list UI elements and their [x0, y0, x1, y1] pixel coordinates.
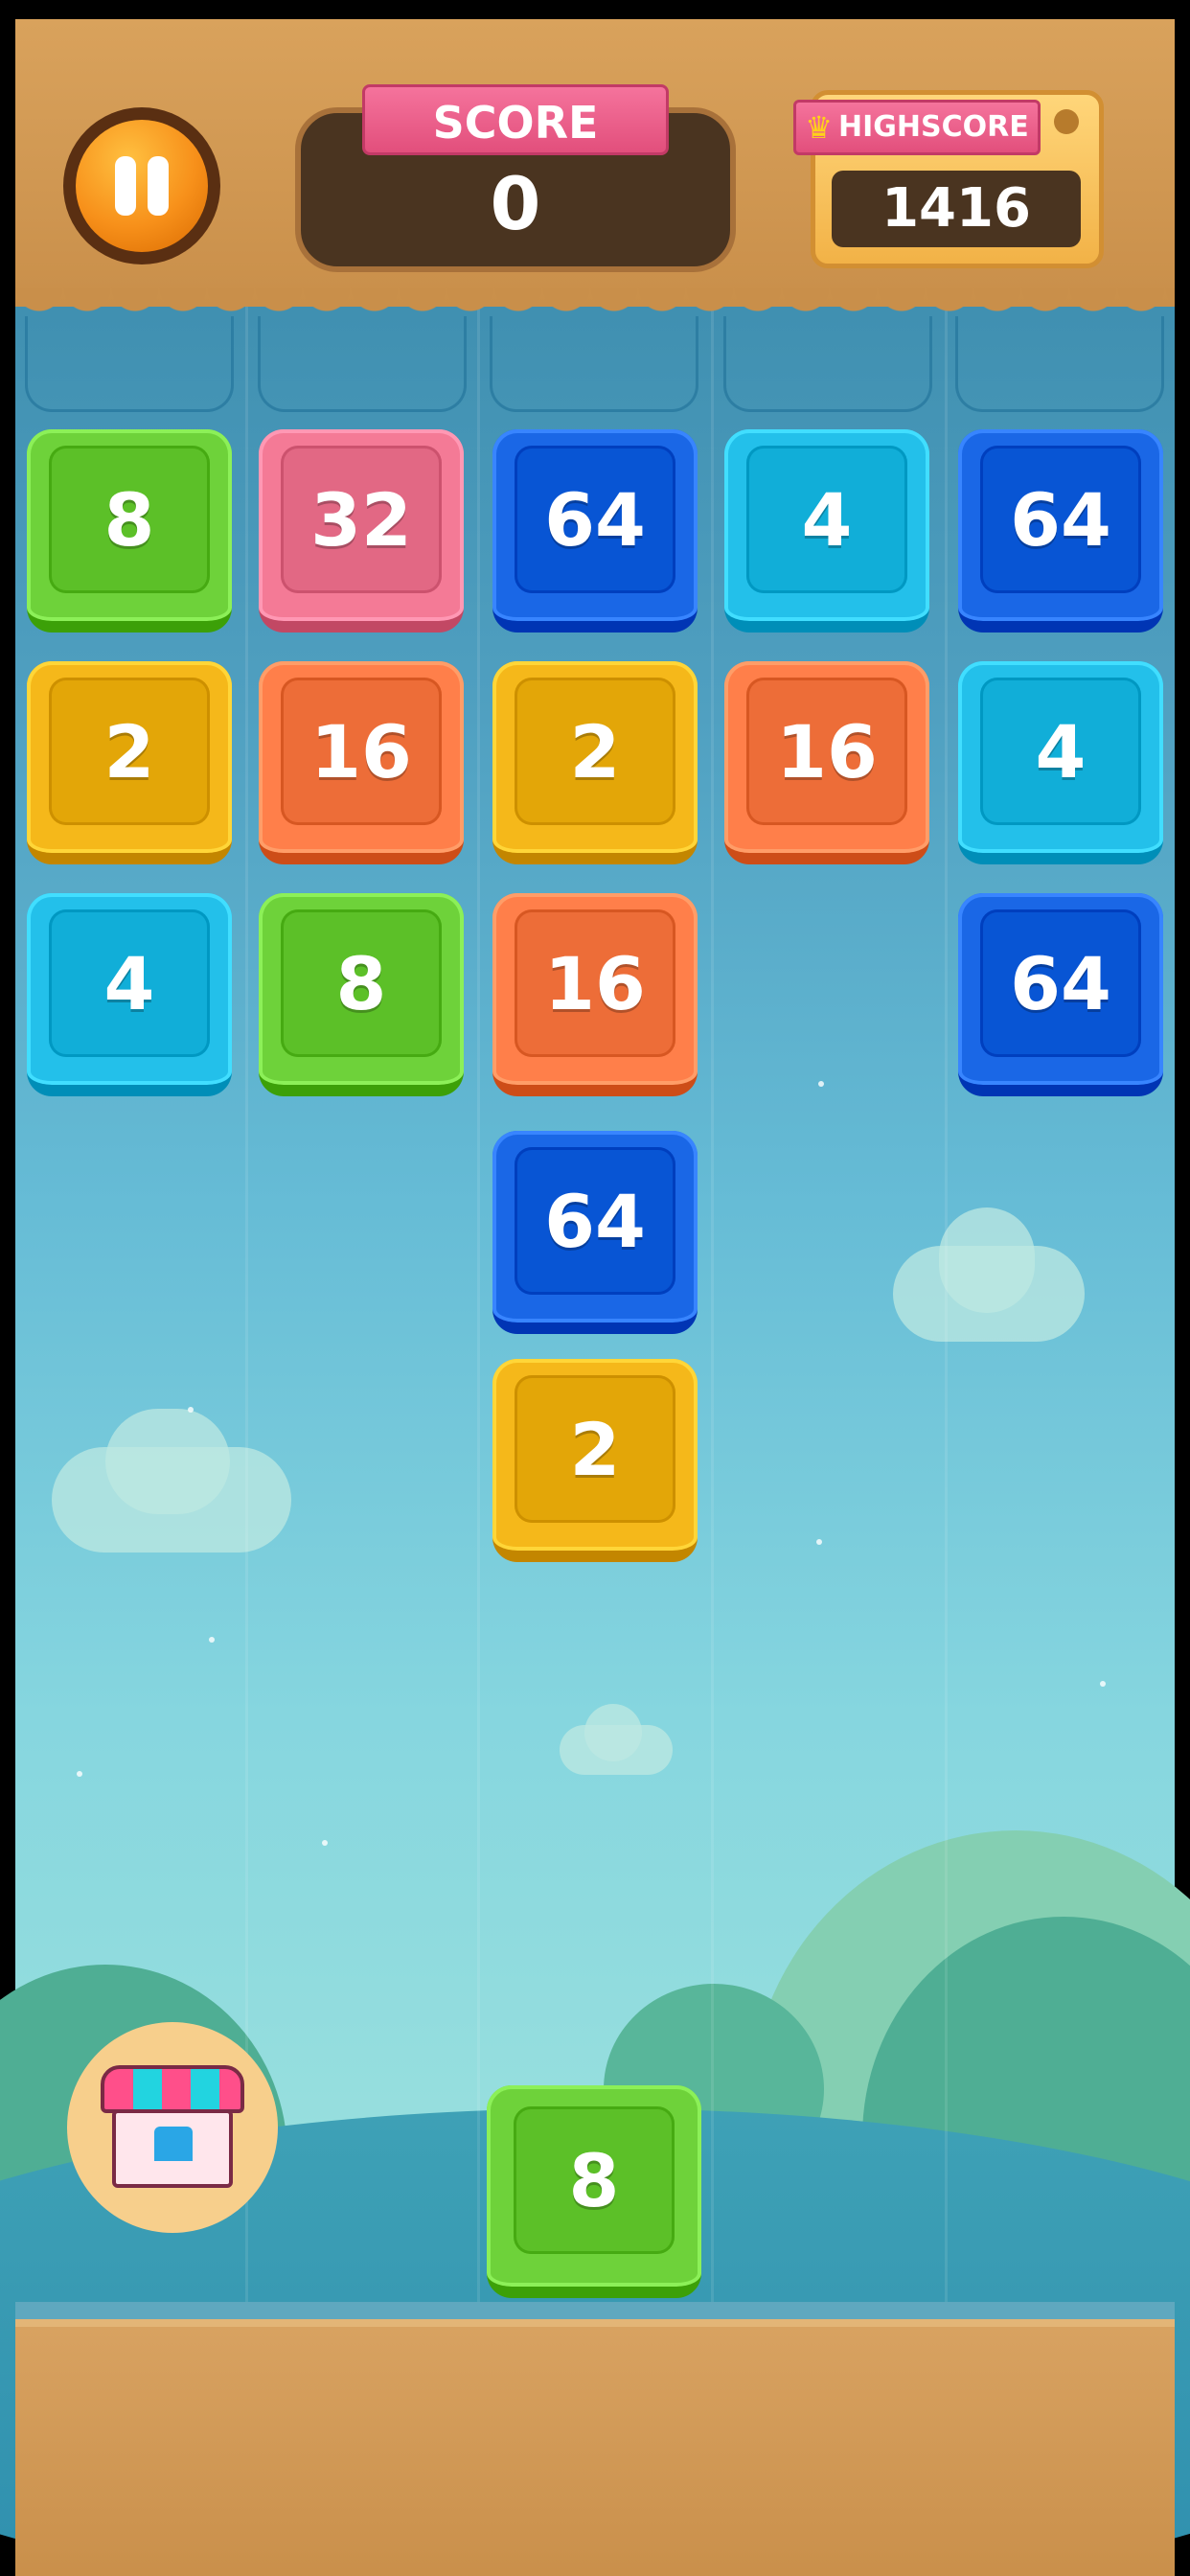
highscore-label: HIGHSCORE	[837, 110, 1029, 144]
tile-value: 4	[980, 678, 1141, 825]
tile-value: 4	[49, 909, 210, 1057]
star	[816, 1539, 822, 1545]
tile: 64	[492, 1131, 698, 1334]
tile: 2	[27, 661, 232, 864]
tile: 8	[259, 893, 464, 1096]
tile-value: 64	[980, 909, 1141, 1057]
tile: 64	[492, 429, 698, 632]
tile: 64	[958, 893, 1163, 1096]
tile: 64	[958, 429, 1163, 632]
star	[818, 1081, 824, 1087]
star	[322, 1840, 328, 1846]
tile: 16	[724, 661, 929, 864]
highscore-value: 1416	[832, 171, 1081, 247]
shop-icon	[101, 2065, 244, 2190]
lane-slot[interactable]	[25, 316, 234, 412]
star	[188, 1407, 194, 1413]
tile-value: 16	[746, 678, 907, 825]
tile-value: 2	[49, 678, 210, 825]
tile: 16	[259, 661, 464, 864]
tile: 2	[492, 1359, 698, 1562]
crown-icon: ♛	[805, 109, 833, 146]
lane-divider	[245, 288, 248, 2329]
score-label: SCORE	[362, 84, 669, 155]
star	[209, 1637, 215, 1643]
star	[77, 1771, 82, 1777]
tile-value: 64	[515, 1147, 675, 1295]
tile-value: 64	[515, 446, 675, 593]
highscore-ribbon: ♛ HIGHSCORE	[793, 100, 1041, 155]
tile: 4	[958, 661, 1163, 864]
ground	[15, 2319, 1175, 2576]
tile: 8	[27, 429, 232, 632]
next-tile[interactable]: 8	[487, 2085, 701, 2298]
star	[1100, 1681, 1106, 1687]
tile-value: 16	[515, 909, 675, 1057]
tile-value: 8	[514, 2106, 675, 2254]
lane-slot[interactable]	[258, 316, 467, 412]
tile: 32	[259, 429, 464, 632]
tile-value: 2	[515, 678, 675, 825]
tile-value: 16	[281, 678, 442, 825]
tile: 4	[724, 429, 929, 632]
lane-divider	[711, 288, 714, 2329]
cloud	[584, 1704, 642, 1761]
shop-button[interactable]	[67, 2022, 278, 2233]
game-stage: SCORE 0 ♛ HIGHSCORE 1416 8 2 4 32 16 8 64 2 16 64…	[0, 0, 1190, 2576]
ground-edge	[15, 2302, 1175, 2321]
pause-icon	[76, 120, 208, 252]
pause-button[interactable]	[63, 107, 220, 264]
score-value: 0	[490, 161, 541, 246]
tile-value: 4	[746, 446, 907, 593]
tile-value: 8	[49, 446, 210, 593]
header-scallop	[15, 288, 1175, 326]
tile-value: 2	[515, 1375, 675, 1523]
lane-slot[interactable]	[723, 316, 932, 412]
lane-slot[interactable]	[955, 316, 1164, 412]
tile: 2	[492, 661, 698, 864]
cloud	[939, 1208, 1035, 1313]
tile-value: 64	[980, 446, 1141, 593]
tile-value: 8	[281, 909, 442, 1057]
hang-hole	[1054, 109, 1079, 134]
tile: 16	[492, 893, 698, 1096]
lane-slot[interactable]	[490, 316, 698, 412]
lane-divider	[945, 288, 948, 2329]
tile-value: 32	[281, 446, 442, 593]
cloud	[105, 1409, 230, 1514]
tile: 4	[27, 893, 232, 1096]
lane-divider	[477, 288, 480, 2329]
